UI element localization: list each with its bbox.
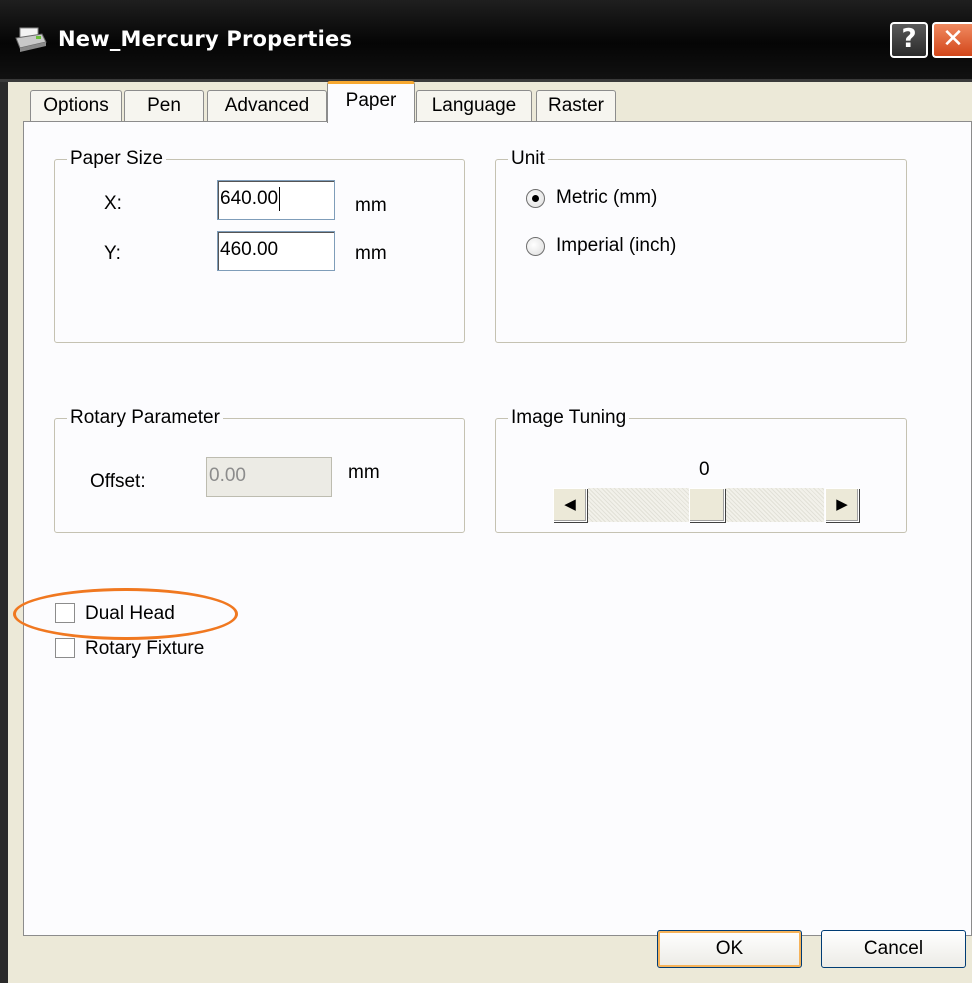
text-caret [279, 186, 281, 211]
imperial-radio[interactable] [526, 237, 545, 256]
paper-x-value: 640.00 [220, 188, 279, 209]
tab-pen[interactable]: Pen [124, 90, 204, 122]
dual-head-highlight-ellipse [13, 588, 238, 640]
image-tuning-label: Image Tuning [508, 406, 630, 430]
slider-right-arrow-icon[interactable]: ▶ [825, 488, 859, 522]
paper-x-input[interactable]: 640.00 [217, 180, 335, 220]
y-unit-label: mm [355, 243, 387, 264]
y-label: Y: [104, 243, 121, 264]
window-title: New_Mercury Properties [58, 27, 353, 51]
tab-raster[interactable]: Raster [536, 90, 616, 122]
help-button[interactable]: ? [890, 22, 928, 58]
unit-label: Unit [508, 147, 548, 171]
tab-advanced[interactable]: Advanced [207, 90, 327, 122]
close-button[interactable]: ✕ [932, 22, 972, 58]
properties-dialog: New_Mercury Properties ? ✕ Options Pen A… [0, 0, 972, 983]
imperial-label[interactable]: Imperial (inch) [556, 234, 676, 258]
slider-left-arrow-icon[interactable]: ◀ [553, 488, 587, 522]
metric-radio[interactable] [526, 189, 545, 208]
x-label: X: [104, 193, 122, 214]
x-unit-label: mm [355, 195, 387, 216]
paper-y-value: 460.00 [220, 239, 279, 260]
image-tuning-slider-thumb[interactable] [689, 488, 725, 522]
rotary-fixture-label[interactable]: Rotary Fixture [85, 637, 204, 661]
rotary-fixture-checkbox[interactable] [55, 638, 75, 658]
printer-icon [15, 27, 47, 52]
tab-language[interactable]: Language [416, 90, 532, 122]
paper-y-input[interactable]: 460.00 [217, 231, 335, 271]
metric-label[interactable]: Metric (mm) [556, 186, 657, 210]
rotary-parameter-label: Rotary Parameter [67, 406, 223, 430]
ok-button[interactable]: OK [657, 930, 802, 968]
title-bar[interactable]: New_Mercury Properties ? ✕ [0, 0, 972, 82]
tab-options[interactable]: Options [30, 90, 122, 122]
offset-input: 0.00 [206, 457, 332, 497]
window-border [0, 82, 8, 983]
tab-paper[interactable]: Paper [327, 81, 415, 123]
cancel-button[interactable]: Cancel [821, 930, 966, 968]
image-tuning-value: 0 [699, 459, 710, 480]
offset-label: Offset: [90, 471, 146, 492]
paper-size-label: Paper Size [67, 147, 166, 171]
offset-unit-label: mm [348, 462, 380, 483]
